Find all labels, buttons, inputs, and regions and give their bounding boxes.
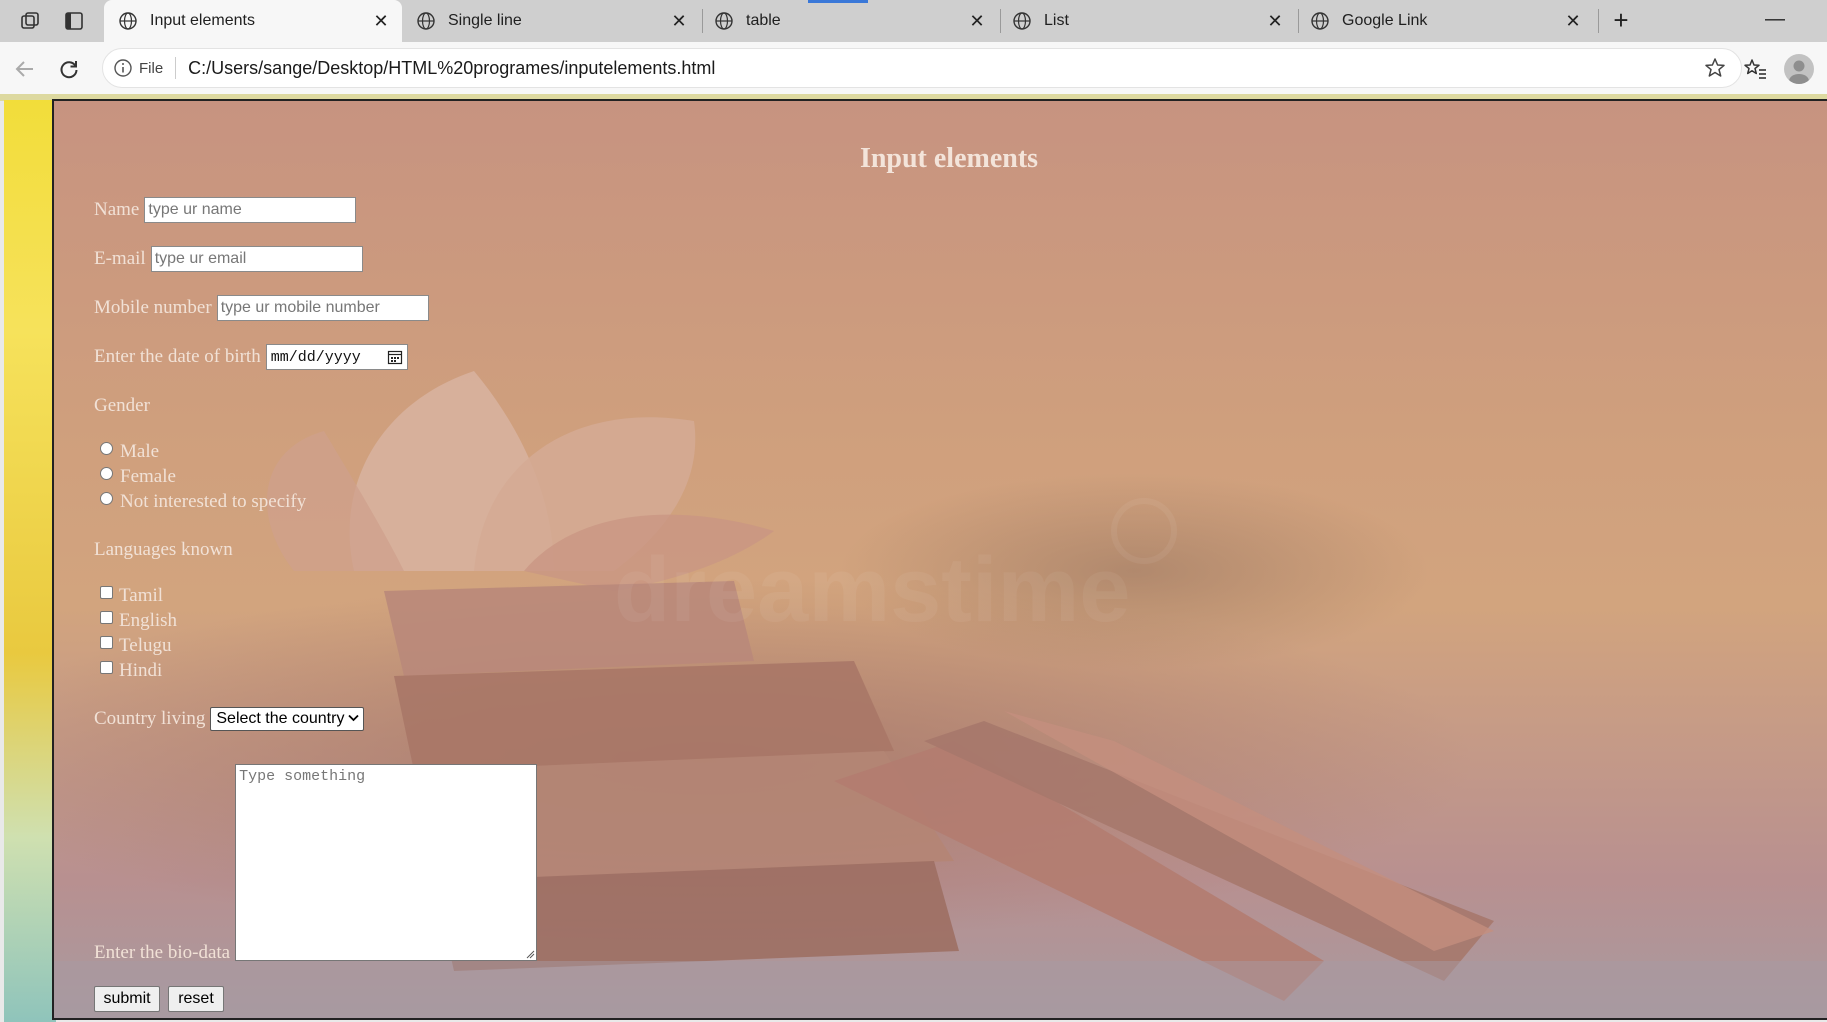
url-separator (175, 57, 177, 79)
gender-option-label: Male (120, 441, 160, 462)
submit-button[interactable]: submit (94, 986, 160, 1012)
globe-icon (119, 12, 137, 30)
gender-radio-unspecified[interactable] (100, 491, 113, 505)
gender-option-female: Female (100, 466, 176, 488)
vertical-tabs-icon[interactable] (60, 8, 88, 34)
url-text[interactable]: C:/Users/sange/Desktop/HTML%20programes/… (188, 58, 1703, 79)
language-option-label: English (119, 610, 178, 631)
language-option-label: Telugu (119, 635, 172, 656)
bio-label: Enter the bio-data (94, 942, 231, 963)
gender-label: Gender (94, 395, 150, 416)
minimize-icon[interactable]: — (1760, 8, 1790, 32)
chevron-down-icon (348, 713, 360, 725)
bio-row: Enter the bio-data Type something (94, 764, 538, 963)
name-input[interactable] (144, 197, 357, 223)
dob-placeholder: mm/dd/yyyy (270, 348, 361, 366)
country-row: Country living Select the country (94, 707, 365, 731)
dob-label: Enter the date of birth (94, 346, 261, 367)
close-icon[interactable]: ✕ (1562, 11, 1584, 32)
mobile-row: Mobile number (94, 295, 429, 321)
workspaces-icon[interactable] (16, 8, 44, 34)
tab-single-line[interactable]: Single line ✕ (402, 0, 700, 42)
tab-separator (1598, 9, 1599, 33)
info-icon[interactable] (113, 58, 133, 78)
resize-handle-icon[interactable] (525, 949, 535, 959)
tab-title: Google Link (1342, 12, 1428, 29)
language-option-tamil: Tamil (100, 585, 163, 607)
language-checkbox-hindi[interactable] (100, 660, 113, 674)
dob-row: Enter the date of birth mm/dd/yyyy (94, 344, 408, 370)
back-icon[interactable] (10, 54, 40, 84)
language-checkbox-english[interactable] (100, 610, 113, 624)
globe-icon (417, 12, 435, 30)
country-label: Country living (94, 708, 206, 729)
gender-radio-female[interactable] (100, 466, 113, 480)
dob-date-input[interactable]: mm/dd/yyyy (265, 344, 408, 370)
reset-button[interactable]: reset (168, 986, 224, 1012)
page-background-edge (4, 100, 56, 1022)
mobile-label: Mobile number (94, 297, 212, 318)
tab-list[interactable]: List ✕ (998, 0, 1296, 42)
language-option-telugu: Telugu (100, 635, 172, 657)
gender-option-unspecified: Not interested to specify (100, 491, 306, 513)
close-icon[interactable]: ✕ (370, 11, 392, 32)
tab-title: List (1044, 12, 1069, 29)
refresh-icon[interactable] (54, 54, 84, 84)
languages-heading-row: Languages known (94, 539, 233, 561)
tab-title: Input elements (150, 12, 255, 29)
tab-input-elements[interactable]: Input elements ✕ (104, 0, 402, 42)
name-row: Name (94, 197, 357, 223)
close-icon[interactable]: ✕ (966, 11, 988, 32)
gender-option-label: Not interested to specify (120, 491, 307, 512)
country-selected-value: Select the country (216, 710, 345, 727)
profile-icon[interactable] (1784, 54, 1814, 84)
form-content: Input elements Name E-mail Mobile number… (54, 101, 1827, 1018)
tab-title: table (746, 12, 781, 29)
omnibox[interactable]: File C:/Users/sange/Desktop/HTML%20progr… (102, 48, 1742, 88)
globe-icon (1311, 12, 1329, 30)
languages-label: Languages known (94, 539, 233, 560)
country-select[interactable]: Select the country (210, 707, 365, 731)
mobile-input[interactable] (216, 295, 429, 321)
close-icon[interactable]: ✕ (1264, 11, 1286, 32)
language-checkbox-tamil[interactable] (100, 585, 113, 599)
gender-option-label: Female (120, 466, 176, 487)
gender-radio-male[interactable] (100, 441, 113, 455)
close-icon[interactable]: ✕ (668, 11, 690, 32)
language-option-label: Tamil (119, 585, 164, 606)
email-input[interactable] (150, 246, 363, 272)
favorites-icon[interactable] (1742, 56, 1768, 82)
bio-placeholder: Type something (239, 768, 366, 785)
name-label: Name (94, 199, 140, 220)
email-label: E-mail (94, 248, 146, 269)
globe-icon (715, 12, 733, 30)
calendar-icon[interactable] (387, 349, 403, 365)
gender-heading-row: Gender (94, 395, 150, 417)
language-checkbox-telugu[interactable] (100, 635, 113, 649)
language-option-english: English (100, 610, 177, 632)
new-tab-icon[interactable]: + (1606, 6, 1636, 36)
address-bar: File C:/Users/sange/Desktop/HTML%20progr… (0, 42, 1827, 94)
globe-icon (1013, 12, 1031, 30)
page-title: Input elements (859, 143, 1039, 174)
page-viewport: dreamstime Input elements Name E-mail Mo… (0, 94, 1827, 1022)
page-frame: dreamstime Input elements Name E-mail Mo… (52, 99, 1827, 1020)
star-icon[interactable] (1703, 56, 1727, 80)
language-option-label: Hindi (119, 660, 163, 681)
tab-title: Single line (448, 12, 522, 29)
tab-strip: Input elements ✕ Single line ✕ table ✕ L… (0, 0, 1827, 42)
gender-option-male: Male (100, 441, 159, 463)
language-option-hindi: Hindi (100, 660, 162, 682)
tab-google-link[interactable]: Google Link ✕ (1296, 0, 1594, 42)
bio-textarea[interactable]: Type something (235, 764, 538, 961)
tab-table[interactable]: table ✕ (700, 0, 998, 42)
email-row: E-mail (94, 246, 363, 272)
scheme-label: File (139, 59, 164, 77)
